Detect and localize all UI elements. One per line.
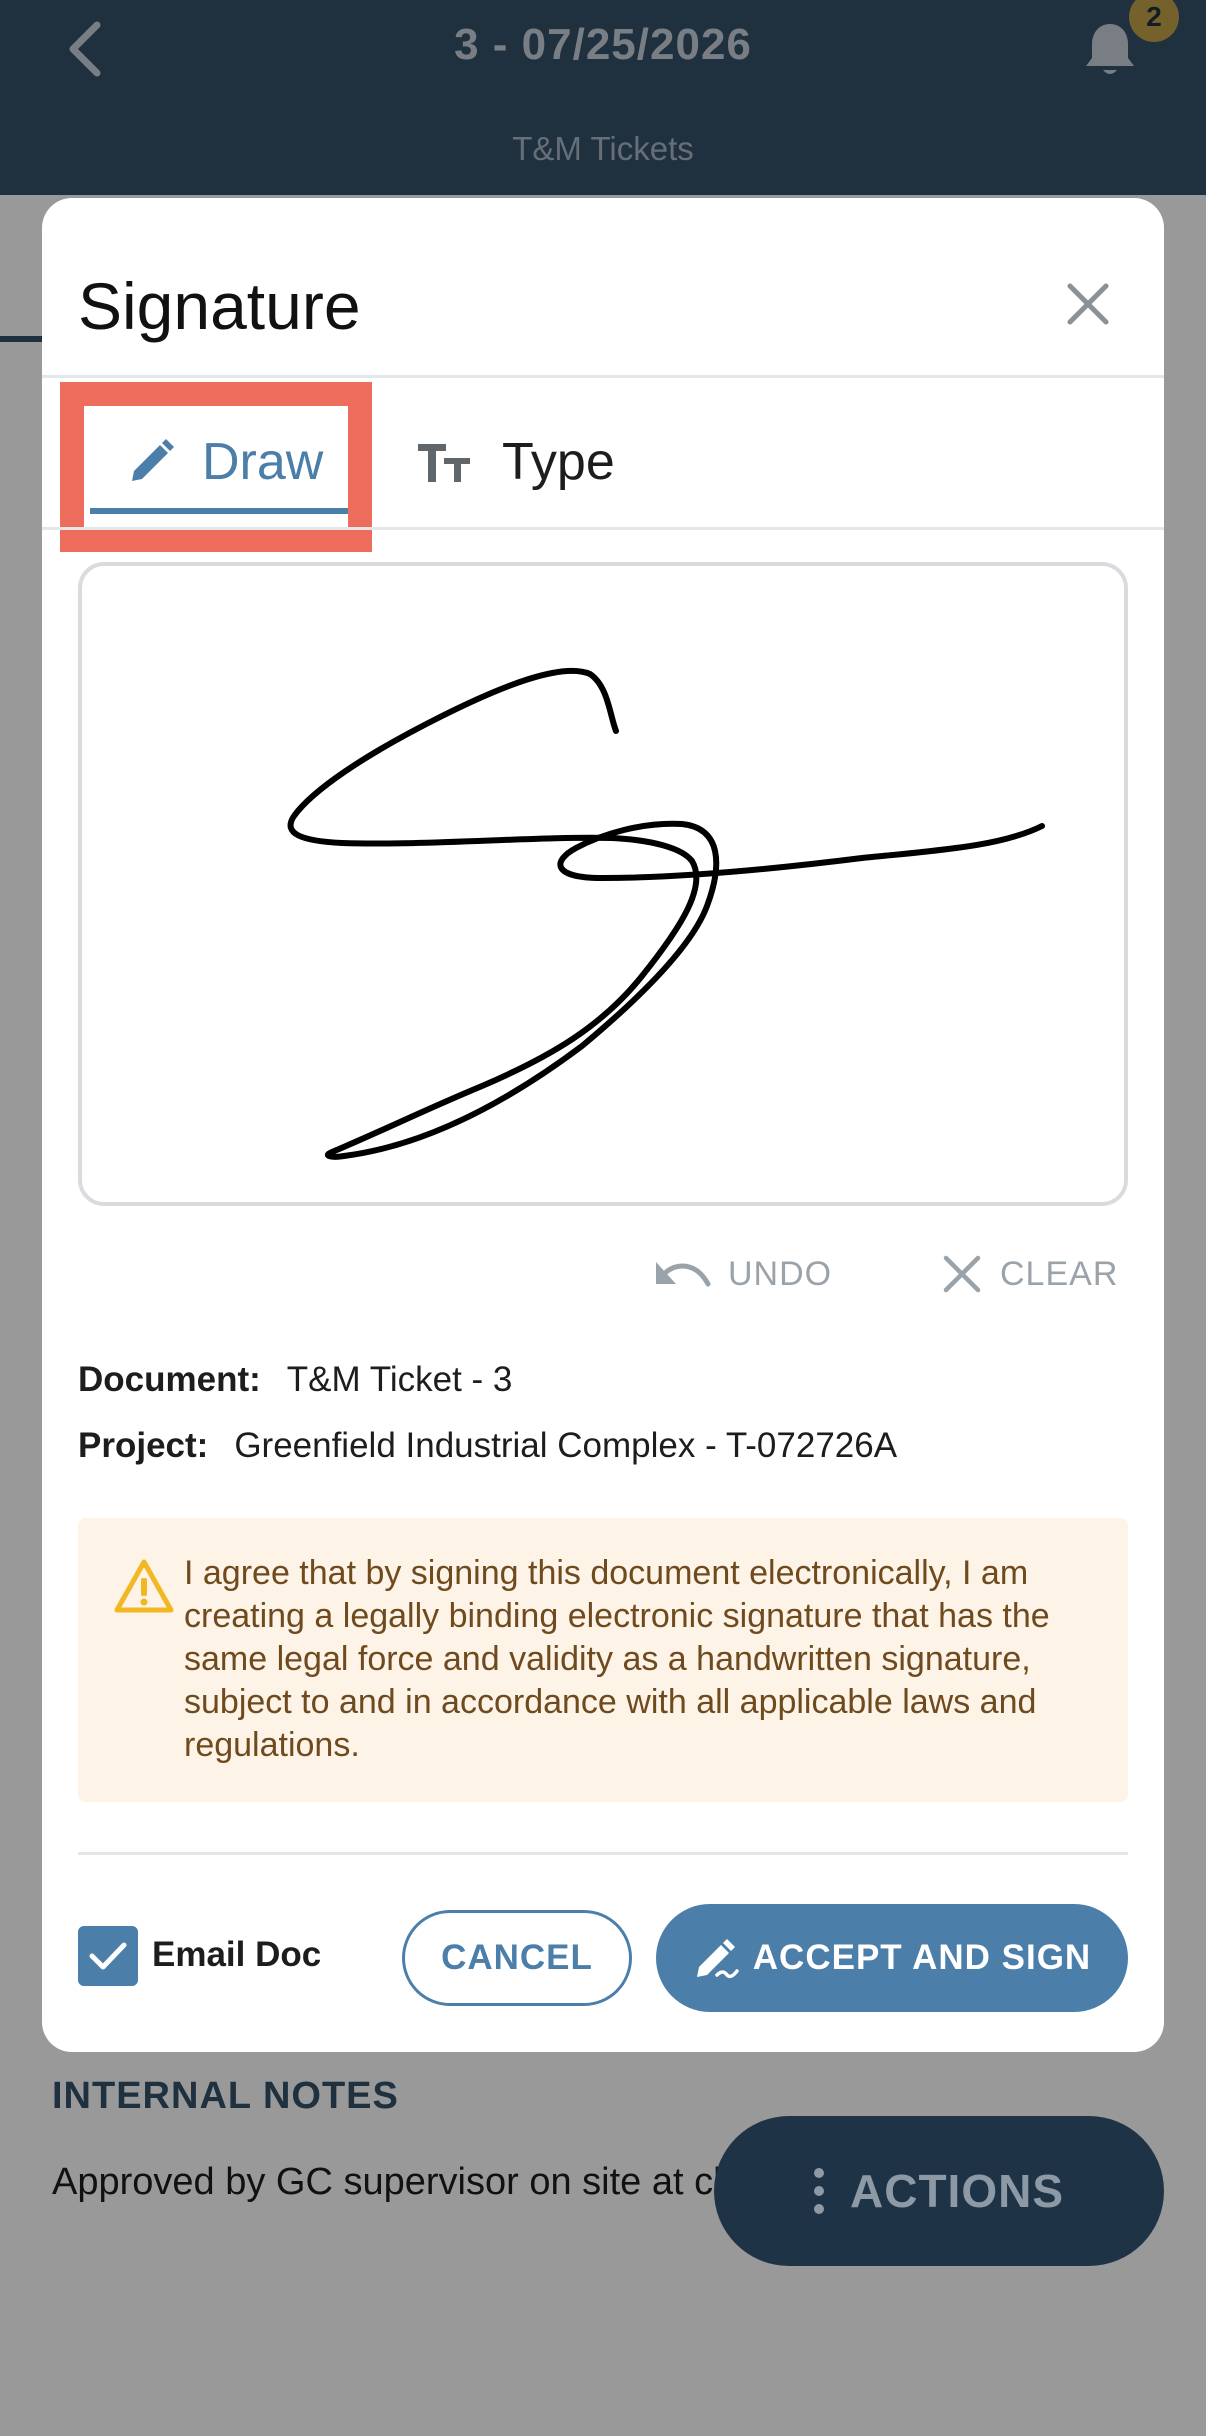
actions-button[interactable]: ACTIONS: [714, 2116, 1164, 2266]
modal-header-divider: [42, 375, 1164, 378]
tab-type[interactable]: Type: [376, 408, 615, 516]
close-icon[interactable]: [1058, 274, 1118, 334]
undo-icon: [656, 1262, 711, 1287]
screen: INTERNAL NOTES Approved by GC supervisor…: [0, 0, 1206, 2436]
text-size-icon: [418, 444, 470, 482]
document-label: Document:: [78, 1360, 261, 1399]
email-doc-label[interactable]: Email Doc: [152, 1935, 321, 1975]
more-vertical-icon: [814, 2168, 824, 2214]
accept-and-sign-button[interactable]: ACCEPT AND SIGN: [656, 1904, 1128, 2012]
signature-pen-icon: [696, 1939, 739, 1979]
document-row: Document: T&M Ticket - 3: [78, 1360, 512, 1400]
footer-divider: [78, 1852, 1128, 1855]
project-label: Project:: [78, 1426, 209, 1465]
signature-stroke: [287, 667, 1045, 1160]
clear-button[interactable]: CLEAR: [942, 1254, 1118, 1294]
tabs-divider: [42, 527, 1164, 530]
actions-label: ACTIONS: [850, 2165, 1064, 2217]
agreement-notice: I agree that by signing this document el…: [78, 1518, 1128, 1802]
undo-button[interactable]: UNDO: [654, 1254, 832, 1294]
email-doc-checkbox[interactable]: [78, 1926, 138, 1986]
document-value: T&M Ticket - 3: [286, 1360, 513, 1399]
signature-modal: Signature Draw Type UNDO CLEAR Document:…: [42, 198, 1164, 2052]
signature-canvas[interactable]: [78, 562, 1128, 1206]
tab-type-label: Type: [502, 433, 615, 491]
undo-label: UNDO: [728, 1254, 833, 1293]
clear-label: CLEAR: [1000, 1254, 1119, 1293]
accept-and-sign-label: ACCEPT AND SIGN: [752, 1938, 1092, 1977]
agreement-text: I agree that by signing this document el…: [184, 1554, 1050, 1764]
project-value: Greenfield Industrial Complex - T-072726…: [234, 1426, 898, 1465]
cancel-button[interactable]: CANCEL: [402, 1910, 632, 2006]
project-row: Project: Greenfield Industrial Complex -…: [78, 1426, 897, 1466]
checkmark-icon: [89, 1942, 127, 1970]
close-icon: [943, 1255, 981, 1293]
warning-icon: [114, 1559, 174, 1613]
modal-title: Signature: [78, 269, 361, 343]
